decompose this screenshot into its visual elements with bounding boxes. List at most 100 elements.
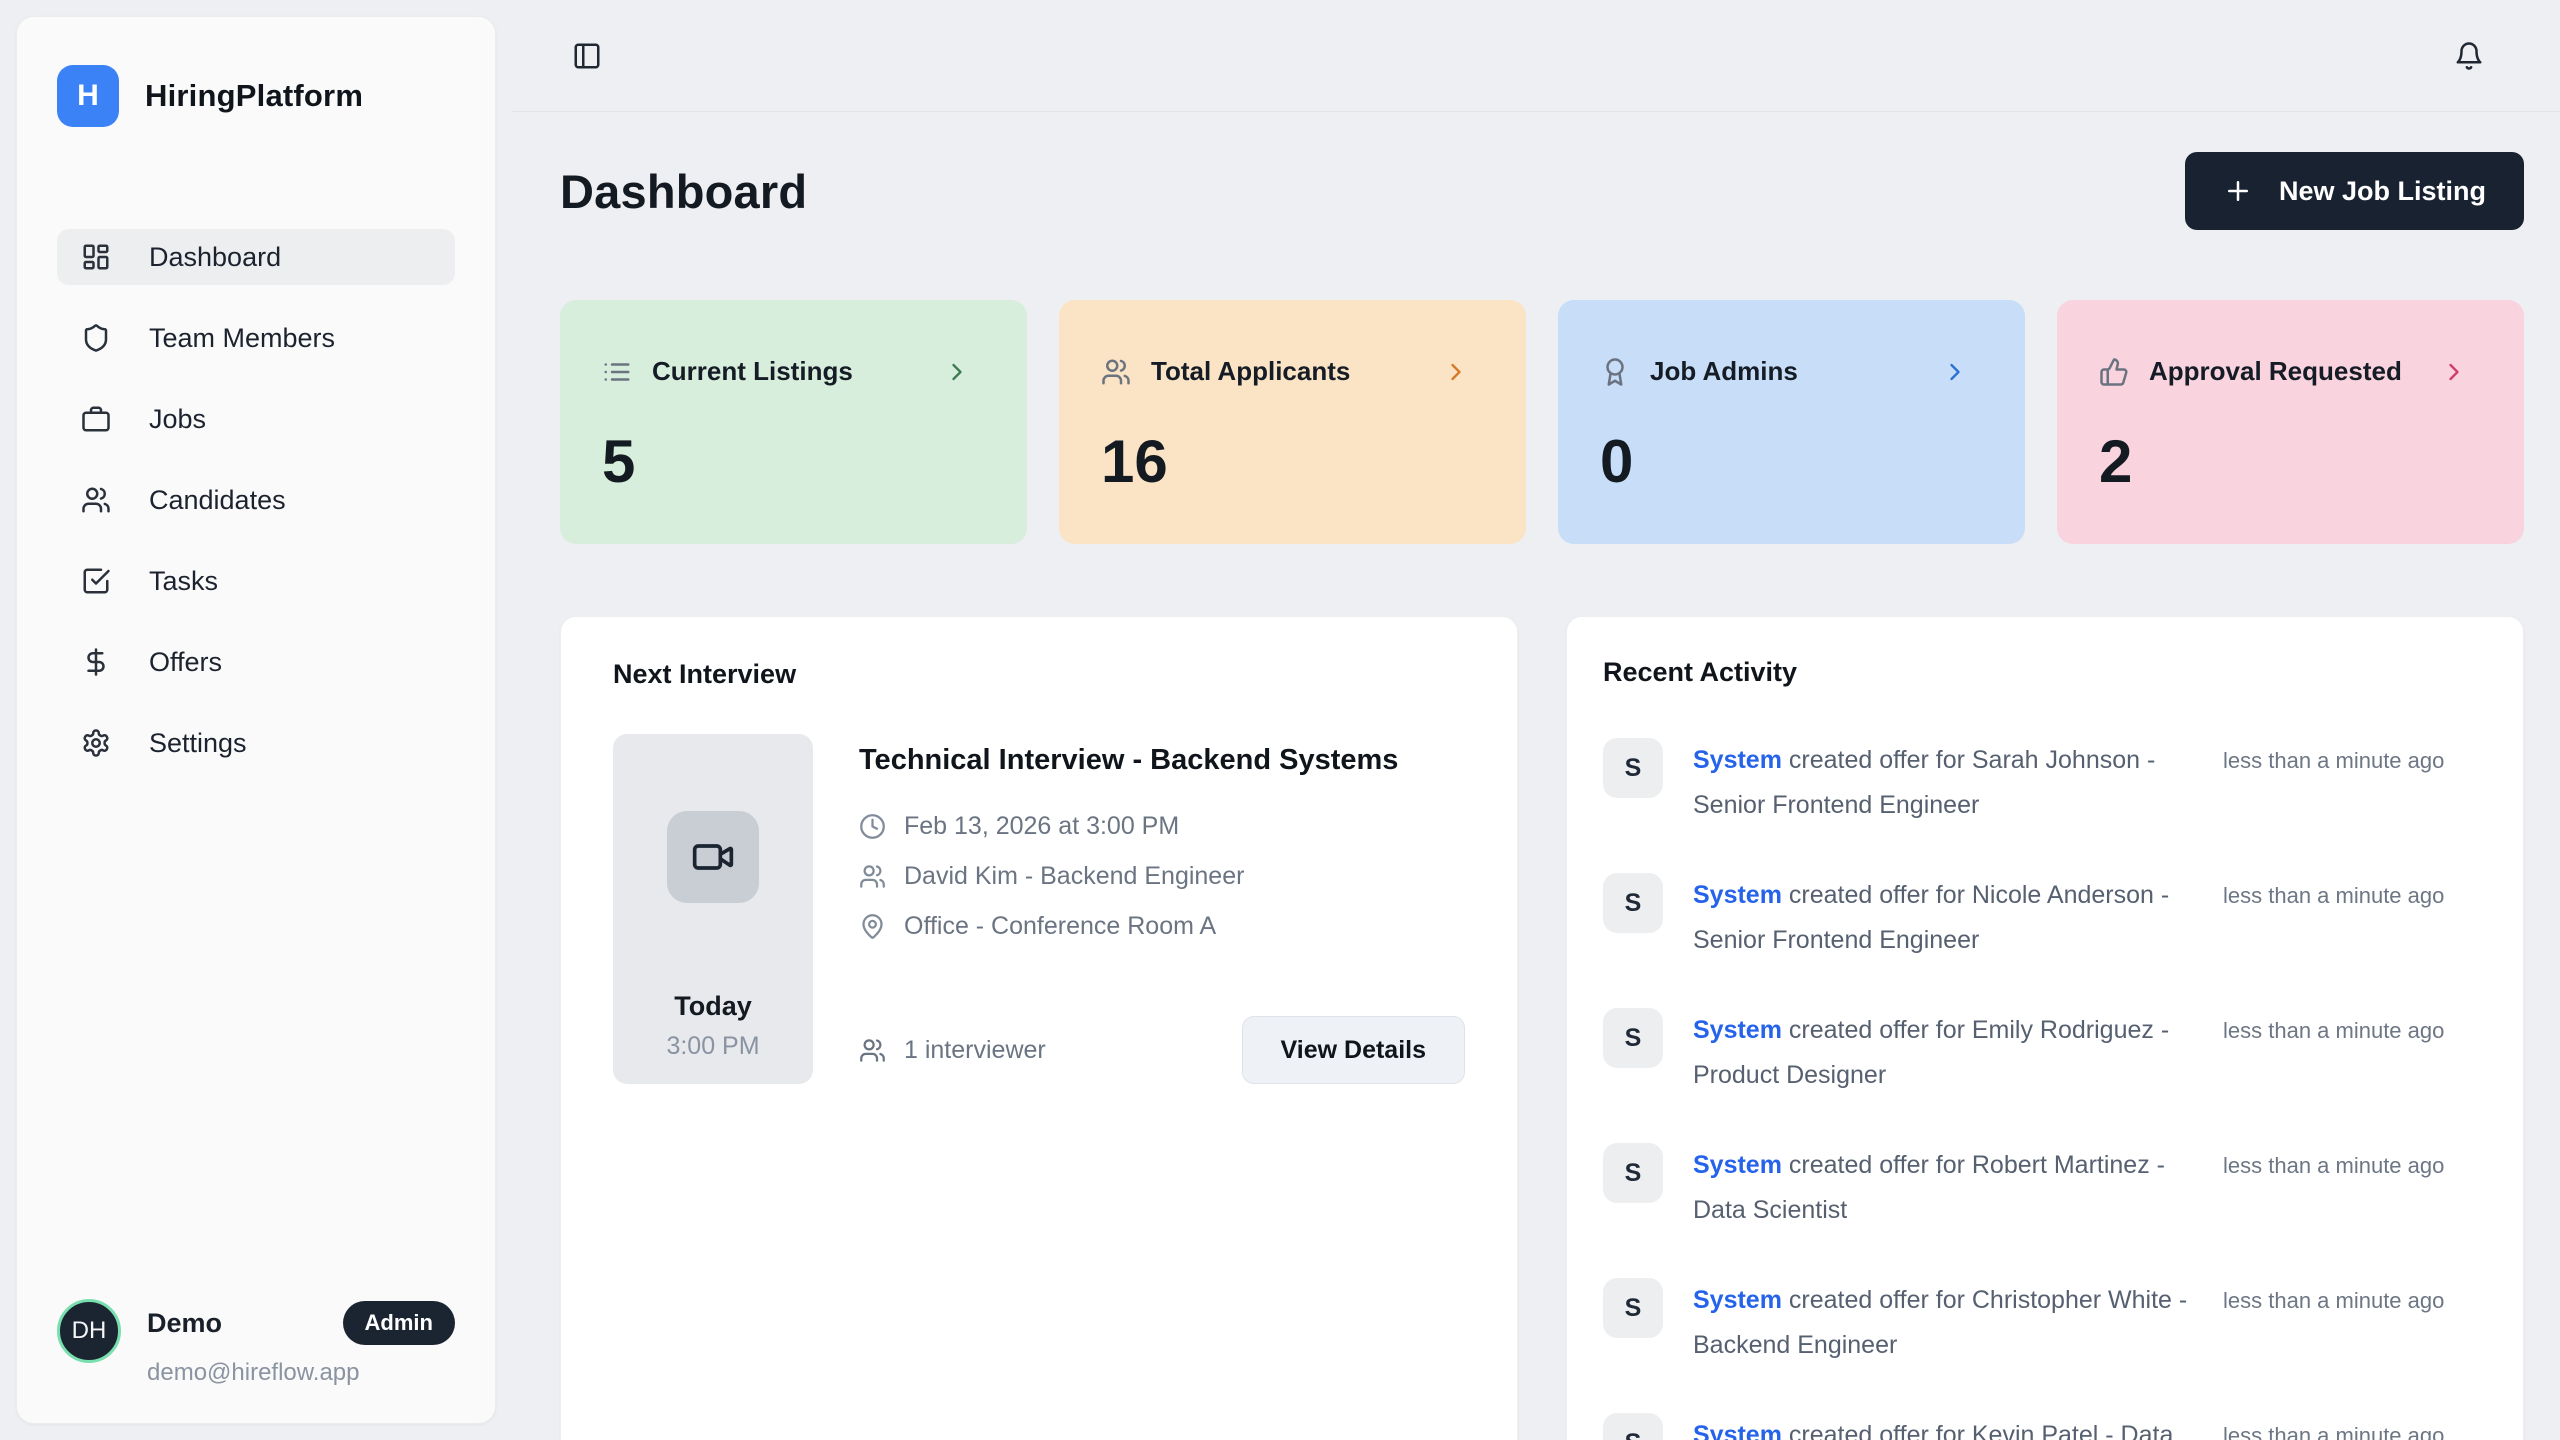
- award-icon: [1600, 357, 1630, 387]
- video-tile: [667, 811, 759, 903]
- user-profile[interactable]: DH Demo Admin demo@hireflow.app: [57, 1275, 455, 1387]
- activity-avatar: S: [1603, 1008, 1663, 1068]
- activity-timestamp: less than a minute ago: [2223, 1153, 2444, 1179]
- activity-text: System created offer for Emily Rodriguez…: [1693, 1008, 2193, 1098]
- sidebar-item-team-members[interactable]: Team Members: [57, 310, 455, 366]
- activity-list: S System created offer for Sarah Johnson …: [1603, 738, 2487, 1440]
- activity-actor-link[interactable]: System: [1693, 746, 1782, 774]
- chevron-right-icon: [1941, 358, 1969, 386]
- notifications-button[interactable]: [2454, 41, 2484, 71]
- sidebar-item-label: Team Members: [149, 323, 335, 354]
- activity-timestamp: less than a minute ago: [2223, 1288, 2444, 1314]
- users-icon: [81, 485, 111, 515]
- stat-card-current-listings[interactable]: Current Listings 5: [560, 300, 1027, 544]
- video-icon: [691, 835, 735, 879]
- activity-avatar: S: [1603, 1413, 1663, 1440]
- sidebar-item-label: Candidates: [149, 485, 286, 516]
- activity-text: System created offer for Christopher Whi…: [1693, 1278, 2193, 1368]
- stat-label: Job Admins: [1650, 356, 1798, 387]
- activity-item: S System created offer for Emily Rodrigue…: [1603, 1008, 2487, 1098]
- recent-activity-title: Recent Activity: [1603, 657, 2487, 688]
- activity-item: S System created offer for Robert Martine…: [1603, 1143, 2487, 1233]
- brand: H HiringPlatform: [57, 65, 455, 127]
- plus-icon: [2223, 176, 2253, 206]
- activity-avatar: S: [1603, 873, 1663, 933]
- dollar-icon: [81, 647, 111, 677]
- activity-avatar: S: [1603, 738, 1663, 798]
- activity-item: S System created offer for Sarah Johnson …: [1603, 738, 2487, 828]
- interview-title: Technical Interview - Backend Systems: [859, 734, 1419, 786]
- activity-item: S System created offer for Christopher Wh…: [1603, 1278, 2487, 1368]
- activity-actor-link[interactable]: System: [1693, 1286, 1782, 1314]
- avatar: DH: [57, 1299, 121, 1363]
- sidebar-toggle-button[interactable]: [572, 41, 602, 71]
- content: Dashboard New Job Listing Current Listin…: [512, 152, 2560, 1440]
- sidebar-item-tasks[interactable]: Tasks: [57, 553, 455, 609]
- briefcase-icon: [81, 404, 111, 434]
- stat-value: 0: [1600, 427, 1969, 496]
- page-title: Dashboard: [560, 164, 807, 219]
- map-pin-icon: [859, 913, 886, 940]
- stat-value: 2: [2099, 427, 2468, 496]
- recent-activity-card: Recent Activity S System created offer fo…: [1566, 616, 2524, 1440]
- interview-location: Office - Conference Room A: [859, 912, 1465, 941]
- stat-value: 5: [602, 427, 971, 496]
- activity-actor-link[interactable]: System: [1693, 881, 1782, 909]
- stat-card-total-applicants[interactable]: Total Applicants16: [1059, 300, 1526, 544]
- stat-card-approval-requested[interactable]: Approval Requested 2: [2057, 300, 2524, 544]
- user-name: Demo: [147, 1308, 222, 1339]
- interviewer-count: 1 interviewer: [859, 1036, 1046, 1065]
- activity-actor-link[interactable]: System: [1693, 1151, 1782, 1179]
- activity-item: SSystem created offer for Nicole Anderso…: [1603, 873, 2487, 963]
- sidebar: H HiringPlatform Dashboard Team Members Jo…: [16, 16, 496, 1424]
- gear-icon: [81, 728, 111, 758]
- next-interview-card: Next Interview Today 3:00 PM Technical I…: [560, 616, 1518, 1440]
- clock-icon: [859, 813, 886, 840]
- sidebar-item-label: Settings: [149, 728, 247, 759]
- activity-timestamp: less than a minute ago: [2223, 883, 2444, 909]
- activity-actor-link[interactable]: System: [1693, 1016, 1782, 1044]
- interview-day-panel: Today 3:00 PM: [613, 734, 813, 1084]
- activity-text: System created offer for Robert Martinez…: [1693, 1143, 2193, 1233]
- new-job-listing-button[interactable]: New Job Listing: [2185, 152, 2524, 230]
- activity-timestamp: less than a minute ago: [2223, 748, 2444, 774]
- sidebar-item-offers[interactable]: Offers: [57, 634, 455, 690]
- brand-logo: H: [57, 65, 119, 127]
- sidebar-item-label: Tasks: [149, 566, 218, 597]
- stats-row: Current Listings5Total Applicants16Job A…: [560, 300, 2524, 544]
- sidebar-spacer: [57, 771, 455, 1275]
- next-interview-title: Next Interview: [613, 659, 1465, 690]
- panel-left-icon: [572, 41, 602, 71]
- activity-timestamp: less than a minute ago: [2223, 1423, 2444, 1440]
- activity-actor-link[interactable]: System: [1693, 1421, 1782, 1440]
- sidebar-item-settings[interactable]: Settings: [57, 715, 455, 771]
- sidebar-item-jobs[interactable]: Jobs: [57, 391, 455, 447]
- cards-row: Next Interview Today 3:00 PM Technical I…: [560, 616, 2524, 1440]
- stat-label: Approval Requested: [2149, 356, 2402, 387]
- interview-datetime: Feb 13, 2026 at 3:00 PM: [859, 812, 1465, 841]
- role-badge: Admin: [343, 1301, 455, 1345]
- stat-card-job-admins[interactable]: Job Admins 0: [1558, 300, 2025, 544]
- sidebar-item-dashboard[interactable]: Dashboard: [57, 229, 455, 285]
- activity-avatar: S: [1603, 1143, 1663, 1203]
- users-icon: [1101, 357, 1131, 387]
- users-icon: [859, 863, 886, 890]
- view-details-button[interactable]: View Details: [1242, 1016, 1465, 1084]
- topbar: [512, 0, 2560, 112]
- activity-text: System created offer for Sarah Johnson -…: [1693, 738, 2193, 828]
- user-email: demo@hireflow.app: [147, 1359, 455, 1387]
- activity-avatar: S: [1603, 1278, 1663, 1338]
- sidebar-item-label: Offers: [149, 647, 222, 678]
- activity-timestamp: less than a minute ago: [2223, 1018, 2444, 1044]
- stat-label: Total Applicants: [1151, 356, 1350, 387]
- check-square-icon: [81, 566, 111, 596]
- activity-item: SSystem created offer for Kevin Patel - …: [1603, 1413, 2487, 1440]
- stat-label: Current Listings: [652, 356, 853, 387]
- sidebar-item-candidates[interactable]: Candidates: [57, 472, 455, 528]
- user-meta: Demo Admin demo@hireflow.app: [147, 1299, 455, 1387]
- brand-name: HiringPlatform: [145, 78, 363, 114]
- sidebar-item-label: Dashboard: [149, 242, 281, 273]
- sidebar-item-label: Jobs: [149, 404, 206, 435]
- interview-day-label: Today: [674, 991, 752, 1022]
- users-icon: [859, 1037, 886, 1064]
